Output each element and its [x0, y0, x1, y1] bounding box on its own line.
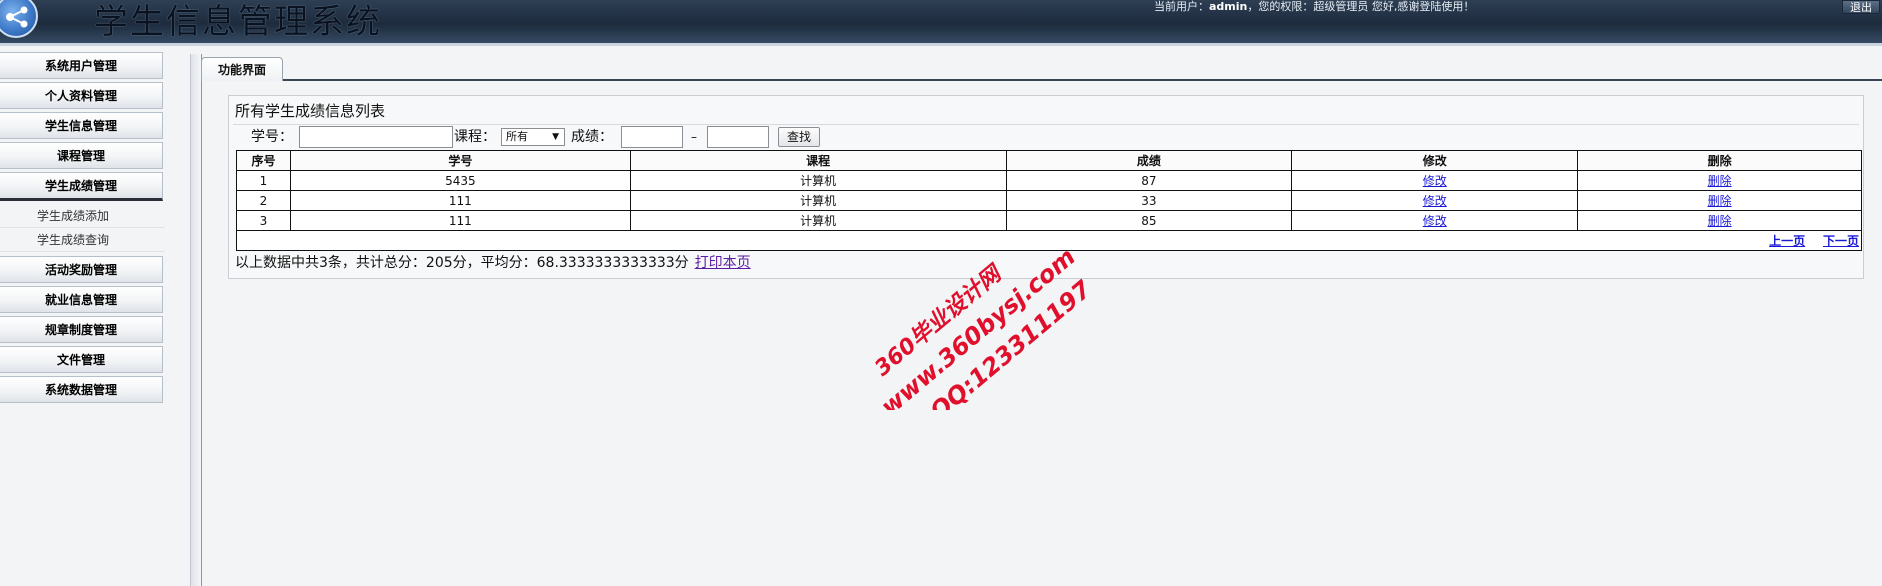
- app-logo-icon: [0, 0, 38, 38]
- dropdown-arrow-icon: ▼: [552, 132, 559, 142]
- logout-button[interactable]: 退出: [1842, 0, 1880, 14]
- table-row: 2 111 计算机 33 修改 删除: [236, 190, 1862, 211]
- panel-title: 所有学生成绩信息列表: [235, 102, 386, 120]
- sidebar-item-files[interactable]: 文件管理: [0, 346, 163, 373]
- sidebar-subitem-add-grade[interactable]: 学生成绩添加: [0, 204, 165, 228]
- sidebar-item-employment[interactable]: 就业信息管理: [0, 286, 163, 313]
- pager-row: 上一页 下一页: [236, 230, 1862, 251]
- course-select[interactable]: 所有 ▼: [501, 128, 565, 146]
- score-min-input[interactable]: [621, 126, 683, 148]
- cell-course: 计算机: [629, 190, 1007, 211]
- edit-link[interactable]: 修改: [1423, 194, 1447, 208]
- search-button[interactable]: 查找: [778, 127, 821, 147]
- grades-table: 序号 学号 课程 成绩 修改 删除 1 5435 计算机 87 修改 删除 2 …: [236, 150, 1862, 251]
- delete-link[interactable]: 删除: [1708, 194, 1732, 208]
- cell-score: 33: [1005, 190, 1293, 211]
- top-header: 学生信息管理系统 当前用户：admin，您的权限：超级管理员 您好,感谢登陆使用…: [0, 0, 1882, 46]
- sidebar-item-system-data[interactable]: 系统数据管理: [0, 376, 163, 403]
- student-id-label: 学号：: [251, 129, 293, 145]
- col-header-student-id: 学号: [289, 150, 631, 171]
- tab-function-view[interactable]: 功能界面: [201, 57, 283, 81]
- course-selected-value: 所有: [506, 130, 528, 143]
- score-range-separator: –: [691, 130, 697, 144]
- delete-link[interactable]: 删除: [1708, 174, 1732, 188]
- col-header-index: 序号: [236, 150, 291, 171]
- sidebar-menu: 系统用户管理 个人资料管理 学生信息管理 课程管理 学生成绩管理 学生成绩添加 …: [0, 52, 165, 406]
- cell-student-id: 111: [289, 210, 631, 231]
- sidebar-subitem-query-grade[interactable]: 学生成绩查询: [0, 228, 165, 252]
- col-header-course: 课程: [629, 150, 1007, 171]
- title-divider: [233, 124, 1859, 125]
- username: admin: [1209, 0, 1248, 13]
- cell-index: 1: [236, 170, 291, 191]
- sidebar-item-grades[interactable]: 学生成绩管理: [0, 172, 163, 201]
- table-row: 3 111 计算机 85 修改 删除: [236, 210, 1862, 231]
- cell-index: 3: [236, 210, 291, 231]
- edit-link[interactable]: 修改: [1423, 214, 1447, 228]
- score-max-input[interactable]: [707, 126, 769, 148]
- sidebar-item-profile[interactable]: 个人资料管理: [0, 82, 163, 109]
- table-row: 1 5435 计算机 87 修改 删除: [236, 170, 1862, 191]
- student-id-input[interactable]: [299, 126, 453, 148]
- grades-list-panel: 所有学生成绩信息列表 学号： 课程： 所有 ▼ 成绩： – 查找 序号 学号 课…: [228, 95, 1864, 279]
- col-header-edit: 修改: [1291, 150, 1579, 171]
- tab-bar: 功能界面: [201, 54, 1882, 81]
- cell-course: 计算机: [629, 210, 1007, 231]
- app-title: 学生信息管理系统: [94, 2, 382, 42]
- score-label: 成绩：: [571, 129, 613, 145]
- grades-submenu: 学生成绩添加 学生成绩查询: [0, 204, 165, 252]
- cell-student-id: 111: [289, 190, 631, 211]
- table-header-row: 序号 学号 课程 成绩 修改 删除: [236, 150, 1862, 171]
- print-page-link[interactable]: 打印本页: [695, 255, 751, 271]
- summary-text: 以上数据中共3条，共计总分：205分，平均分：68.3333333333333分: [235, 255, 689, 271]
- sidebar-item-student-info[interactable]: 学生信息管理: [0, 112, 163, 139]
- col-header-delete: 删除: [1577, 150, 1862, 171]
- cell-student-id: 5435: [289, 170, 631, 191]
- sidebar-item-regulations[interactable]: 规章制度管理: [0, 316, 163, 343]
- delete-link[interactable]: 删除: [1708, 214, 1732, 228]
- cell-course: 计算机: [629, 170, 1007, 191]
- user-prefix: 当前用户：: [1154, 0, 1209, 13]
- sidebar-item-awards[interactable]: 活动奖励管理: [0, 256, 163, 283]
- prev-page-link[interactable]: 上一页: [1769, 234, 1805, 248]
- cell-score: 87: [1005, 170, 1293, 191]
- grades-summary: 以上数据中共3条，共计总分：205分，平均分：68.3333333333333分…: [235, 252, 751, 272]
- current-user-info: 当前用户：admin，您的权限：超级管理员 您好,感谢登陆使用！: [1154, 0, 1474, 14]
- sidebar-item-system-users[interactable]: 系统用户管理: [0, 52, 163, 79]
- sidebar-item-courses[interactable]: 课程管理: [0, 142, 163, 169]
- cell-index: 2: [236, 190, 291, 211]
- col-header-score: 成绩: [1005, 150, 1293, 171]
- cell-score: 85: [1005, 210, 1293, 231]
- next-page-link[interactable]: 下一页: [1823, 234, 1859, 248]
- user-suffix: ，您的权限：超级管理员 您好,感谢登陆使用！: [1247, 0, 1475, 13]
- edit-link[interactable]: 修改: [1423, 174, 1447, 188]
- course-label: 课程：: [454, 129, 496, 145]
